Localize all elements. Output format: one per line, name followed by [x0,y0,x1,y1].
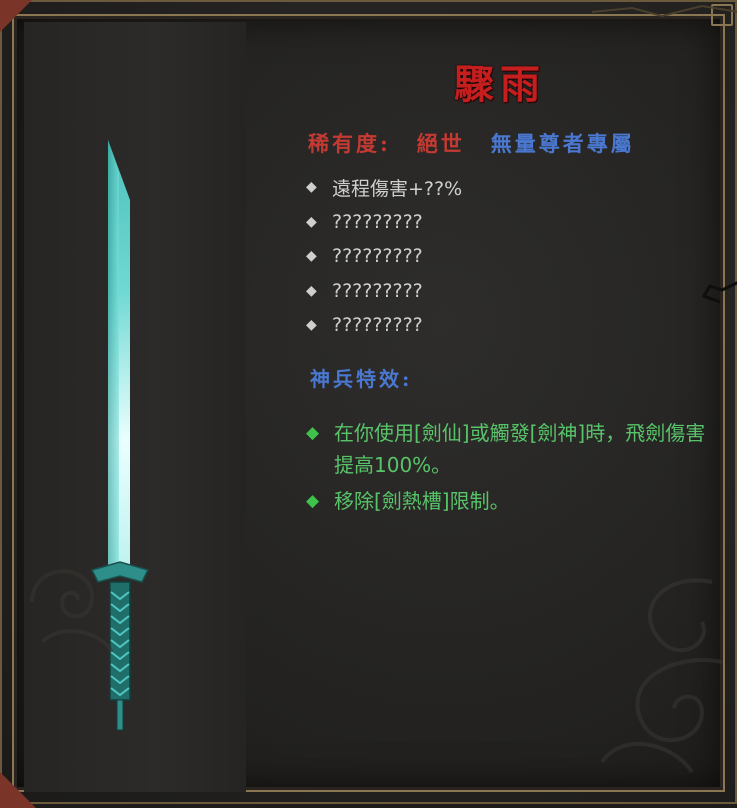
stat-text: ????????? [332,210,423,233]
diamond-icon: ◆ [306,179,317,196]
diamond-icon: ◆ [306,282,317,299]
stat-text: ????????? [332,245,423,268]
effect-line: ◆ 在你使用[劍仙]或觸發[劍神]時，飛劍傷害提高100%。 [306,417,706,481]
stat-line: ◆????????? [306,239,462,274]
diamond-icon: ◆ [306,213,317,230]
green-diamond-icon: ◆ [306,491,320,511]
frame-crack-right [702,281,737,304]
stat-list: ◆ 遠程傷害+??% ◆????????? ◆????????? ◆???????… [306,170,462,343]
stat-text: ????????? [332,279,423,302]
green-diamond-icon: ◆ [306,423,320,443]
stat-line: ◆ 遠程傷害+??% [306,170,462,205]
special-effect-list: ◆ 在你使用[劍仙]或觸發[劍神]時，飛劍傷害提高100%。 ◆ 移除[劍熱槽]… [306,417,706,521]
effect-text: 移除[劍熱槽]限制。 [334,489,510,513]
effect-line: ◆ 移除[劍熱槽]限制。 [306,485,706,517]
diamond-icon: ◆ [306,248,317,265]
cloud-ornament-left [30,569,114,654]
stat-line: ◆????????? [306,205,462,240]
diamond-icon: ◆ [306,317,317,334]
rarity-value: 絕世 [416,131,465,156]
weapon-display-panel [24,22,246,792]
cloud-ornament-right [600,578,723,774]
item-tooltip-frame: 驟雨 稀有度: 絕世 無量尊者專屬 ◆ 遠程傷害+??% ◆????????? ◆??… [0,0,737,808]
effect-text: 在你使用[劍仙]或觸發[劍神]時，飛劍傷害提高100%。 [334,421,706,477]
rarity-row: 稀有度: 絕世 無量尊者專屬 [308,128,635,158]
rarity-label: 稀有度: [308,131,391,156]
item-name: 驟雨 [454,61,546,108]
special-effect-title: 神兵特效: [310,367,413,391]
exclusive-owner: 無量尊者專屬 [490,131,635,156]
stat-text: 遠程傷害+??% [332,177,463,200]
stat-line: ◆????????? [306,308,462,343]
stat-line: ◆????????? [306,274,462,309]
sword-icon [90,140,150,731]
frame-crack-top [592,4,737,18]
stat-text: ????????? [332,314,423,337]
